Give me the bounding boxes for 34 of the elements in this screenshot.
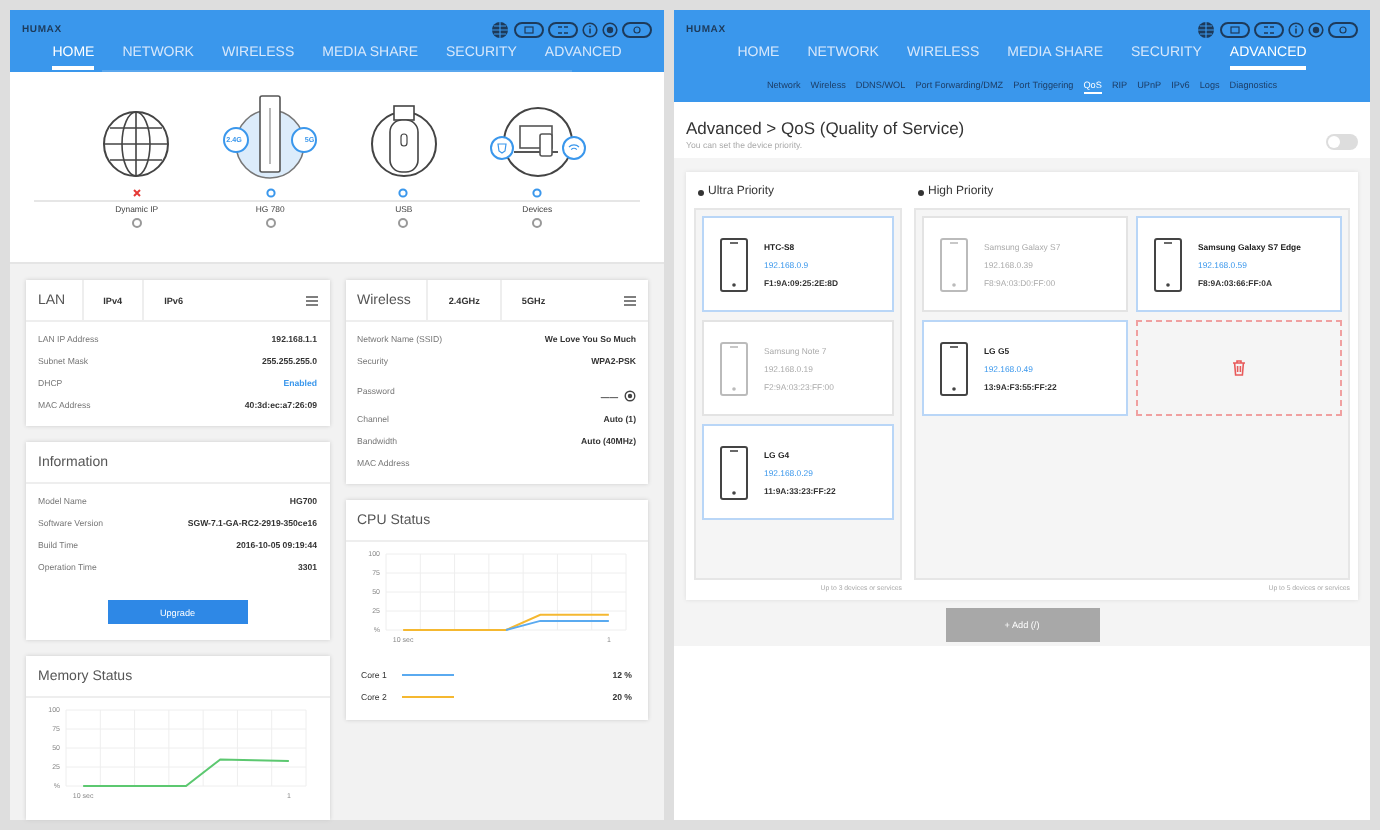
info-icon[interactable] xyxy=(1288,21,1304,37)
radio-button[interactable] xyxy=(131,218,142,228)
band-status-icon[interactable] xyxy=(548,21,578,37)
menu-icon[interactable] xyxy=(305,295,317,305)
globe-icon xyxy=(100,108,173,180)
page-title: Advanced > QoS (Quality of Service) xyxy=(686,118,965,138)
network-status-icon[interactable] xyxy=(1220,21,1250,37)
router-icon xyxy=(220,92,321,180)
trash-icon xyxy=(1232,360,1246,376)
globe-icon[interactable] xyxy=(490,19,510,39)
usb-drive-icon xyxy=(367,100,440,180)
power-icon[interactable] xyxy=(622,21,652,37)
power-icon[interactable] xyxy=(1328,21,1358,37)
menu-icon[interactable] xyxy=(624,295,636,305)
phone-icon xyxy=(940,341,968,395)
phone-icon xyxy=(720,445,748,499)
band-status-icon[interactable] xyxy=(1254,21,1284,37)
eye-icon[interactable] xyxy=(624,390,636,402)
globe-icon[interactable] xyxy=(1196,19,1216,39)
record-icon[interactable] xyxy=(1308,21,1324,37)
toggle-switch[interactable] xyxy=(1326,134,1358,150)
devices-icon xyxy=(487,104,588,180)
radio-button[interactable] xyxy=(265,218,276,228)
phone-icon xyxy=(940,237,968,291)
phone-icon xyxy=(1154,237,1182,291)
radio-button[interactable] xyxy=(398,218,409,228)
bullet-icon xyxy=(918,189,924,195)
phone-icon xyxy=(720,341,748,395)
network-status-icon[interactable] xyxy=(514,21,544,37)
radio-button[interactable] xyxy=(532,218,543,228)
record-icon[interactable] xyxy=(602,21,618,37)
phone-icon xyxy=(720,237,748,291)
bullet-icon xyxy=(698,189,704,195)
info-icon[interactable] xyxy=(582,21,598,37)
